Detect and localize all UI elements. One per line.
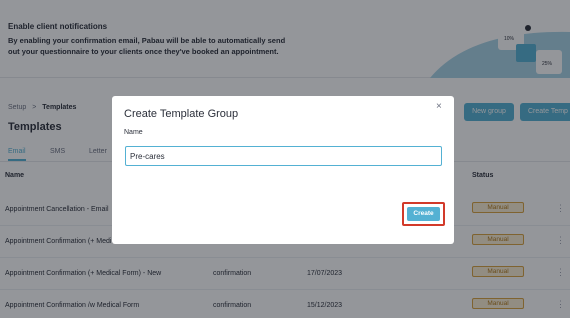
name-label: Name	[124, 129, 143, 136]
dialog-title: Create Template Group	[124, 108, 239, 120]
group-name-input[interactable]	[125, 146, 442, 166]
close-icon[interactable]: ×	[436, 101, 442, 112]
create-button-highlight: Create	[402, 202, 445, 226]
create-template-group-dialog: Create Template Group × Name Create	[112, 96, 454, 244]
create-button[interactable]: Create	[407, 207, 440, 221]
